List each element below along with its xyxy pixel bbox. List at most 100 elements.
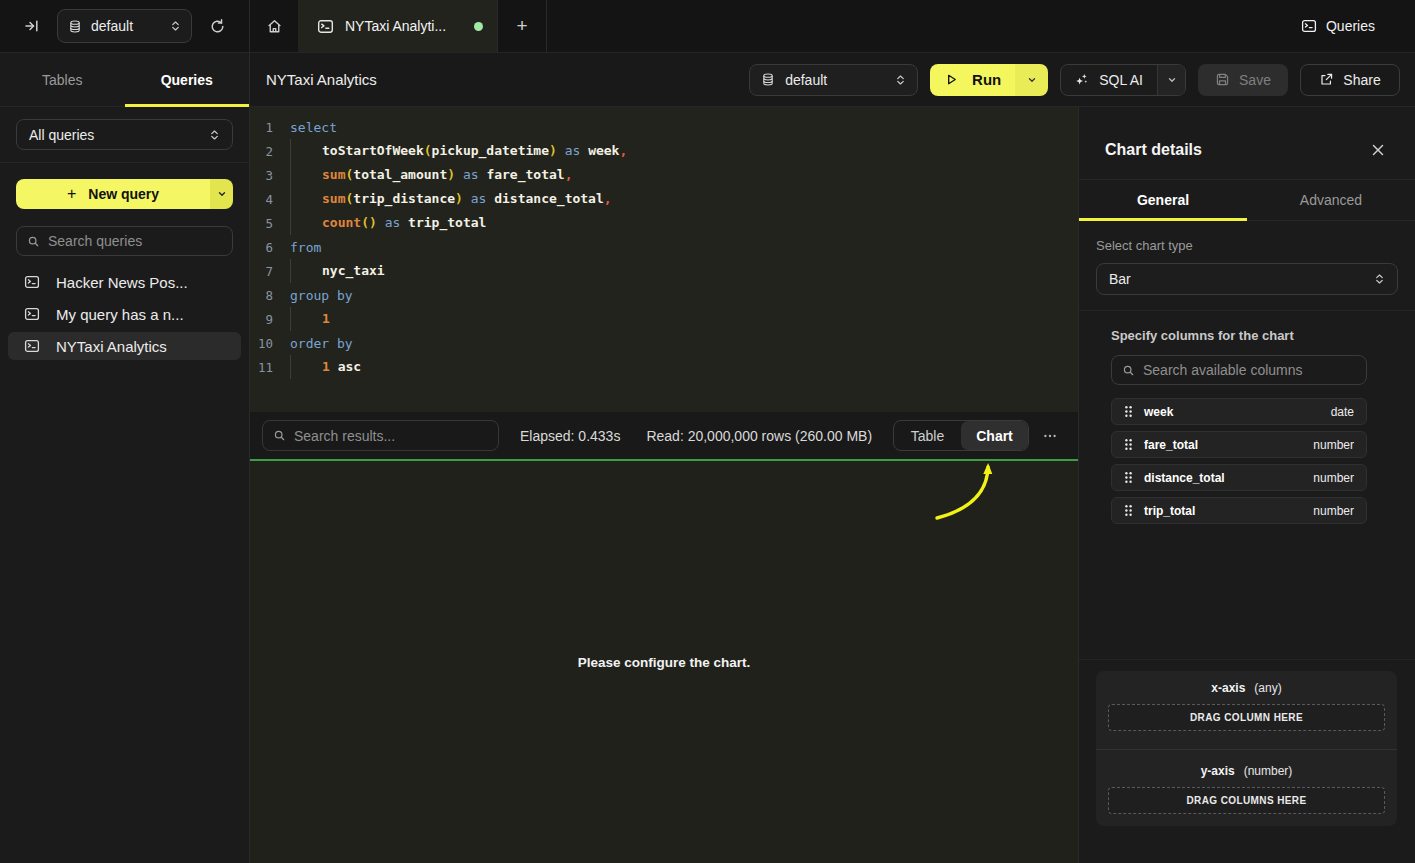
terminal-icon — [1301, 18, 1317, 34]
updown-chevron-icon — [209, 128, 220, 142]
code-line: 1select — [250, 115, 1078, 139]
new-query-button[interactable]: + New query — [16, 179, 233, 209]
column-row[interactable]: distance_totalnumber — [1111, 464, 1367, 491]
chart-type-select[interactable]: Bar — [1096, 263, 1398, 295]
run-dropdown[interactable] — [1015, 64, 1048, 96]
tab-advanced[interactable]: Advanced — [1247, 180, 1415, 220]
query-filter-value: All queries — [29, 127, 209, 143]
query-item-label: NYTaxi Analytics — [56, 338, 167, 355]
panel-title: Chart details — [1105, 141, 1371, 159]
table-view-button[interactable]: Table — [894, 421, 961, 450]
read-stat: Read: 20,000,000 rows (260.00 MB) — [646, 428, 872, 444]
database-selector-topbar[interactable]: default — [57, 9, 192, 43]
tab-general[interactable]: General — [1079, 180, 1247, 220]
results-search[interactable] — [262, 420, 499, 451]
code-line: 4sum(trip_distance) as distance_total, — [250, 187, 1078, 211]
drag-handle-icon[interactable] — [1124, 471, 1133, 484]
columns-list: weekdate fare_totalnumber distance_totalnu… — [1111, 398, 1367, 524]
x-axis-dropzone[interactable]: DRAG COLUMN HERE — [1108, 704, 1385, 731]
query-list-item[interactable]: My query has a n... — [8, 300, 241, 328]
run-button[interactable]: Run — [930, 64, 1048, 96]
share-button[interactable]: Share — [1300, 64, 1400, 96]
columns-search[interactable] — [1111, 355, 1367, 385]
x-axis-zone: x-axis (any) DRAG COLUMN HERE — [1096, 671, 1397, 749]
search-icon — [1122, 364, 1135, 377]
column-type: number — [1313, 471, 1354, 485]
page-title: NYTaxi Analytics — [266, 71, 749, 88]
unsaved-dot — [474, 22, 483, 31]
chart-type-label: Select chart type — [1096, 238, 1398, 253]
results-search-input[interactable] — [294, 428, 488, 444]
sidebar-search[interactable] — [16, 226, 233, 256]
panel-tabs: General Advanced — [1079, 180, 1415, 221]
new-tab-button[interactable]: + — [498, 0, 547, 52]
query-list-item[interactable]: Hacker News Pos... — [8, 268, 241, 296]
home-tab[interactable] — [250, 0, 298, 52]
close-icon[interactable] — [1371, 143, 1385, 157]
save-button[interactable]: Save — [1198, 64, 1288, 96]
run-label: Run — [972, 71, 1001, 88]
sql-ai-dropdown[interactable] — [1157, 65, 1185, 95]
sql-ai-button[interactable]: SQL AI — [1060, 64, 1186, 96]
chart-area: Please configure the chart. — [250, 461, 1078, 863]
column-name: week — [1144, 405, 1331, 419]
tab-tables[interactable]: Tables — [0, 53, 125, 106]
panel-header: Chart details — [1079, 107, 1415, 180]
search-icon — [273, 429, 286, 442]
save-label: Save — [1239, 72, 1271, 88]
annotation-arrow — [250, 461, 1078, 581]
code-line: 7nyc_taxi — [250, 259, 1078, 283]
terminal-icon — [317, 18, 334, 35]
column-row[interactable]: fare_totalnumber — [1111, 431, 1367, 458]
query-tab[interactable]: NYTaxi Analyti... — [298, 0, 498, 52]
updown-chevron-icon — [1374, 272, 1385, 286]
columns-label: Specify columns for the chart — [1111, 328, 1367, 343]
plus-icon: + — [67, 185, 76, 203]
view-toggle: Table Chart — [893, 420, 1029, 451]
tab-queries[interactable]: Queries — [125, 53, 250, 106]
drag-handle-icon[interactable] — [1124, 405, 1133, 418]
sparkles-icon — [1074, 72, 1089, 87]
new-query-label: New query — [88, 186, 159, 202]
column-name: trip_total — [1144, 504, 1313, 518]
code-line: 10order by — [250, 331, 1078, 355]
more-options-icon[interactable] — [1036, 428, 1064, 444]
y-axis-dropzone-label: DRAG COLUMNS HERE — [1186, 795, 1306, 806]
queries-menu-label: Queries — [1326, 18, 1375, 34]
terminal-icon — [24, 338, 40, 354]
drag-handle-icon[interactable] — [1124, 438, 1133, 451]
columns-search-input[interactable] — [1143, 362, 1356, 378]
sidebar-tabs: Tables Queries — [0, 53, 249, 107]
results-toolbar: Elapsed: 0.433s Read: 20,000,000 rows (2… — [250, 412, 1078, 459]
axes-section: x-axis (any) DRAG COLUMN HERE — [1079, 659, 1415, 826]
query-filter-select[interactable]: All queries — [16, 119, 233, 150]
database-selector-header[interactable]: default — [749, 64, 918, 96]
code-line: 8group by — [250, 283, 1078, 307]
query-list: Hacker News Pos... My query has a n... NYT… — [8, 268, 241, 364]
new-query-dropdown[interactable] — [210, 179, 233, 209]
column-row[interactable]: weekdate — [1111, 398, 1367, 425]
sql-editor[interactable]: 1select2toStartOfWeek(pickup_datetime) a… — [250, 107, 1078, 412]
x-axis-type: (any) — [1254, 681, 1281, 695]
updown-chevron-icon — [170, 19, 181, 33]
search-icon — [27, 235, 40, 248]
query-tab-title: NYTaxi Analyti... — [345, 18, 474, 34]
query-item-label: Hacker News Pos... — [56, 274, 188, 291]
chart-type-value: Bar — [1109, 271, 1374, 287]
sidebar-search-input[interactable] — [48, 233, 222, 249]
collapse-sidebar-icon[interactable] — [24, 18, 40, 34]
refresh-icon[interactable] — [209, 18, 226, 35]
chart-empty-message: Please configure the chart. — [578, 655, 751, 670]
x-axis-label: x-axis — [1211, 681, 1245, 695]
queries-menu-button[interactable]: Queries — [1301, 0, 1375, 52]
column-type: number — [1313, 504, 1354, 518]
y-axis-zone: y-axis (number) DRAG COLUMNS HERE — [1096, 749, 1397, 826]
code-line: 91 — [250, 307, 1078, 331]
database-icon — [761, 72, 775, 87]
column-row[interactable]: trip_totalnumber — [1111, 497, 1367, 524]
y-axis-dropzone[interactable]: DRAG COLUMNS HERE — [1108, 787, 1385, 814]
chart-view-button[interactable]: Chart — [961, 421, 1028, 450]
code-line: 111 asc — [250, 355, 1078, 379]
query-list-item[interactable]: NYTaxi Analytics — [8, 332, 241, 360]
drag-handle-icon[interactable] — [1124, 504, 1133, 517]
